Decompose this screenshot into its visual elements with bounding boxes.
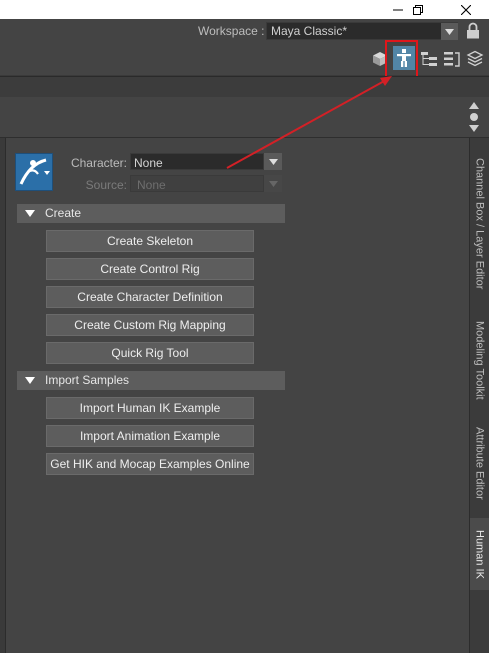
create-skeleton-button[interactable]: Create Skeleton bbox=[46, 230, 254, 252]
tab-label: Channel Box / Layer Editor bbox=[473, 158, 486, 290]
import-samples-section-header[interactable]: Import Samples bbox=[17, 371, 285, 390]
create-control-rig-button[interactable]: Create Control Rig bbox=[46, 258, 254, 280]
import-animation-example-button[interactable]: Import Animation Example bbox=[46, 425, 254, 447]
create-custom-rig-mapping-button[interactable]: Create Custom Rig Mapping bbox=[46, 314, 254, 336]
tab-label: Human IK bbox=[473, 529, 486, 579]
tab-human-ik[interactable]: Human IK bbox=[470, 518, 489, 590]
tab-attribute-editor[interactable]: Attribute Editor bbox=[470, 414, 489, 512]
collapse-triangle-icon bbox=[25, 377, 35, 384]
tab-channel-box-layer-editor[interactable]: Channel Box / Layer Editor bbox=[470, 142, 489, 306]
get-hik-mocap-examples-button[interactable]: Get HIK and Mocap Examples Online bbox=[46, 453, 254, 475]
section-title: Import Samples bbox=[45, 373, 130, 387]
create-character-definition-button[interactable]: Create Character Definition bbox=[46, 286, 254, 308]
import-human-ik-example-button[interactable]: Import Human IK Example bbox=[46, 397, 254, 419]
collapse-triangle-icon bbox=[25, 210, 35, 217]
tab-label: Attribute Editor bbox=[473, 426, 486, 500]
tab-modeling-toolkit[interactable]: Modeling Toolkit bbox=[470, 310, 489, 410]
section-title: Create bbox=[45, 206, 82, 220]
tab-label: Modeling Toolkit bbox=[473, 320, 486, 400]
create-section-header[interactable]: Create bbox=[17, 204, 285, 223]
quick-rig-tool-button[interactable]: Quick Rig Tool bbox=[46, 342, 254, 364]
